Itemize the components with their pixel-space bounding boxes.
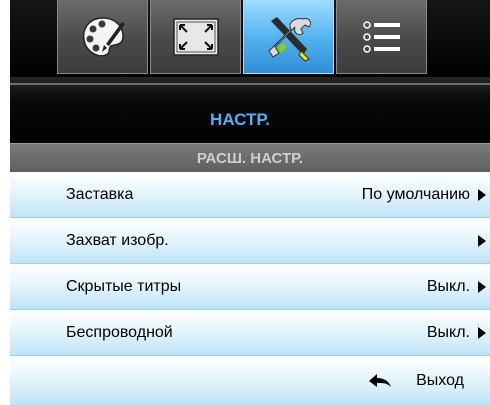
menu-item-screensaver[interactable]: Заставка По умолчанию bbox=[10, 172, 490, 218]
chevron-right-icon bbox=[478, 327, 486, 339]
menu-item-capture[interactable]: Захват изобр. bbox=[10, 218, 490, 264]
tab-options[interactable] bbox=[336, 0, 427, 74]
menu-item-label: Беспроводной bbox=[66, 324, 173, 341]
chevron-right-icon bbox=[478, 189, 486, 201]
tab-image[interactable] bbox=[57, 0, 148, 74]
menu-item-value: По умолчанию bbox=[361, 186, 470, 203]
menu-title: НАСТР. bbox=[210, 110, 270, 129]
projector-osd-menu: НАСТР. РАСШ. НАСТР. Заставка По умолчани… bbox=[0, 0, 490, 405]
menu-tab-bar bbox=[10, 0, 490, 77]
menu-footer: Выход bbox=[10, 357, 490, 405]
menu-item-label: Скрытые титры bbox=[66, 278, 182, 295]
tools-icon bbox=[267, 16, 311, 62]
header-divider bbox=[10, 83, 490, 85]
menu-item-closed-captions[interactable]: Скрытые титры Выкл. bbox=[10, 264, 490, 310]
fullscreen-icon bbox=[172, 17, 219, 56]
exit-button[interactable]: Выход bbox=[416, 372, 464, 390]
menu-item-wireless[interactable]: Беспроводной Выкл. bbox=[10, 310, 490, 356]
submenu-title: РАСШ. НАСТР. bbox=[196, 150, 304, 167]
menu-item-label: Заставка bbox=[66, 186, 134, 203]
submenu-header: РАСШ. НАСТР. bbox=[10, 143, 490, 172]
menu-item-value: Выкл. bbox=[426, 324, 470, 341]
back-arrow-icon bbox=[369, 374, 391, 387]
tab-settings[interactable] bbox=[243, 0, 334, 74]
menu-item-value: Выкл. bbox=[426, 278, 470, 295]
palette-icon bbox=[82, 16, 125, 56]
chevron-right-icon bbox=[478, 281, 486, 293]
menu-item-label: Захват изобр. bbox=[66, 232, 169, 249]
chevron-right-icon bbox=[478, 235, 486, 247]
tab-display[interactable] bbox=[150, 0, 241, 74]
list-icon bbox=[362, 20, 400, 53]
